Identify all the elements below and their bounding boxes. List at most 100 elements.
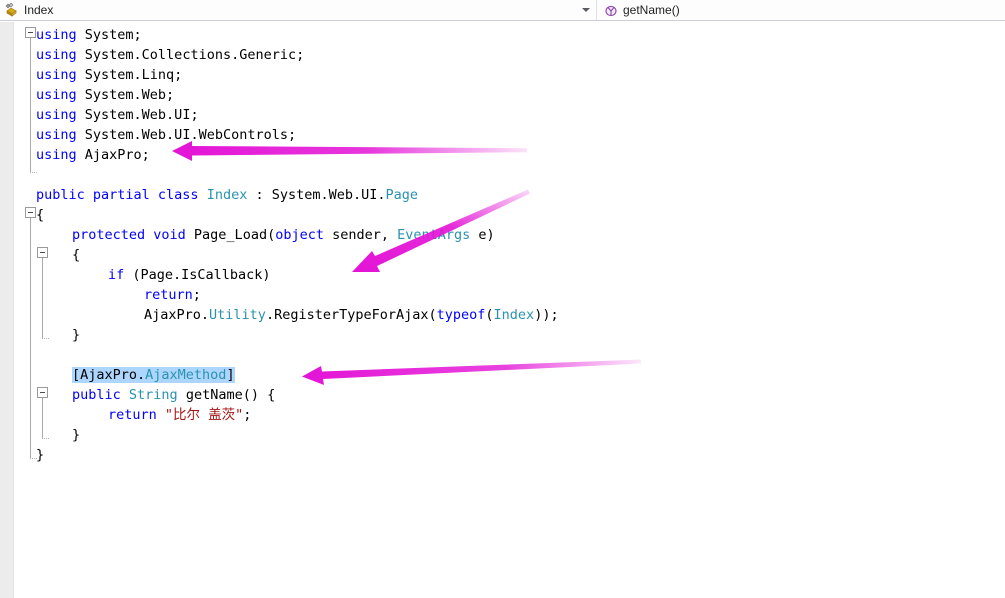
code-token: object [275, 227, 324, 243]
collapse-toggle-usings[interactable] [25, 27, 36, 38]
code-tokens: using System.Web; [36, 87, 174, 103]
outline-guide-class [30, 218, 31, 458]
code-token: ( [485, 307, 494, 323]
code-token: )); [534, 307, 559, 323]
code-tokens: return "比尔 盖茨"; [108, 407, 251, 423]
code-token: } [72, 327, 81, 343]
outline-guide-usings [30, 38, 31, 172]
code-token: Page_Load( [193, 227, 276, 243]
code-token: ] [226, 367, 235, 383]
code-token: System.Web; [84, 87, 175, 103]
code-token: return [144, 287, 193, 303]
code-token: AjaxPro; [84, 147, 150, 163]
code-tokens: using AjaxPro; [36, 147, 150, 163]
code-tokens: protected void Page_Load(object sender, … [72, 227, 495, 243]
code-tokens: using System.Linq; [36, 67, 182, 83]
code-token: : System.Web.UI. [247, 187, 386, 203]
code-token: Utility [209, 307, 266, 323]
code-token: String [128, 387, 178, 403]
code-line: { [36, 205, 44, 225]
code-tokens: using System.Web.UI; [36, 107, 199, 123]
code-tokens: } [72, 427, 80, 443]
code-line: using System; [36, 25, 142, 45]
navigation-bar: Index getName() [0, 0, 1005, 21]
collapse-toggle-class[interactable] [25, 207, 36, 218]
code-tokens: } [72, 327, 80, 343]
code-line: using System.Collections.Generic; [36, 45, 304, 65]
code-token: using [36, 27, 85, 43]
code-token: [AjaxPro. [72, 367, 146, 383]
code-line: } [72, 425, 80, 445]
code-line: return; [144, 285, 201, 305]
code-token: AjaxPro. [144, 307, 210, 323]
code-token: e) [470, 227, 495, 243]
code-token: Page [385, 187, 419, 203]
code-token: Index [493, 307, 535, 323]
code-tokens: using System.Collections.Generic; [36, 47, 304, 63]
code-token: AjaxMethod [145, 367, 227, 383]
code-token: System.Web.UI.WebControls; [84, 127, 297, 143]
class-icon [4, 2, 20, 18]
code-line: using System.Web.UI.WebControls; [36, 125, 296, 145]
code-tokens: { [36, 207, 44, 223]
code-token: Index [206, 187, 248, 203]
code-token: using [36, 147, 85, 163]
code-token: using [36, 47, 85, 63]
code-tokens: AjaxPro.Utility.RegisterTypeForAjax(type… [144, 307, 559, 323]
code-token: return [108, 407, 165, 423]
code-tokens: using System.Web.UI.WebControls; [36, 127, 296, 143]
code-token: EventArgs [397, 227, 471, 243]
code-token: getName() { [177, 387, 276, 403]
code-token: protected void [72, 227, 194, 243]
code-line: public partial class Index : System.Web.… [36, 185, 418, 205]
member-dropdown[interactable]: getName() [597, 0, 1005, 20]
code-editor[interactable]: using System; using System.Collections.Ge… [0, 22, 1005, 598]
method-icon [603, 2, 619, 18]
code-token: using [36, 87, 85, 103]
code-line: [AjaxPro.AjaxMethod] [72, 365, 235, 385]
code-token: public partial class [36, 187, 207, 203]
code-line: using System.Web; [36, 85, 174, 105]
code-line: { [72, 245, 80, 265]
code-token: System.Collections.Generic; [84, 47, 305, 63]
code-text[interactable]: using System; using System.Collections.Ge… [36, 22, 1005, 598]
type-dropdown-label: Index [24, 3, 54, 17]
code-token: System.Web.UI; [84, 107, 199, 123]
code-token: using [36, 107, 85, 123]
code-tokens: public String getName() { [72, 387, 275, 403]
code-token: if [108, 267, 125, 283]
code-line: AjaxPro.Utility.RegisterTypeForAjax(type… [144, 305, 559, 325]
type-dropdown[interactable]: Index [0, 0, 597, 20]
code-line: using System.Linq; [36, 65, 182, 85]
code-line: return "比尔 盖茨"; [108, 405, 251, 425]
code-token: "比尔 盖茨" [164, 407, 244, 423]
chevron-down-icon[interactable] [582, 8, 590, 12]
code-line: if (Page.IsCallback) [108, 265, 271, 285]
code-token: System.Linq; [84, 67, 183, 83]
code-token: { [36, 207, 45, 223]
code-line: protected void Page_Load(object sender, … [72, 225, 495, 245]
code-tokens: } [36, 447, 44, 463]
indicator-margin[interactable] [0, 22, 14, 598]
code-token: using [36, 67, 85, 83]
code-token: System; [84, 27, 142, 43]
code-tokens: using System; [36, 27, 142, 43]
code-token: ; [243, 407, 252, 423]
code-token: typeof [436, 307, 486, 323]
member-dropdown-label: getName() [623, 3, 680, 17]
code-token: (Page.IsCallback) [124, 267, 271, 283]
code-token: } [36, 447, 45, 463]
selected-text: [AjaxPro.AjaxMethod] [72, 367, 235, 383]
code-token: { [72, 247, 81, 263]
code-line: using AjaxPro; [36, 145, 150, 165]
code-token: public [72, 387, 129, 403]
code-tokens: public partial class Index : System.Web.… [36, 187, 418, 203]
code-token: sender, [323, 227, 398, 243]
code-token: } [72, 427, 81, 443]
code-line: public String getName() { [72, 385, 275, 405]
code-tokens: if (Page.IsCallback) [108, 267, 271, 283]
code-token: using [36, 127, 85, 143]
code-token: .RegisterTypeForAjax( [265, 307, 437, 323]
code-tokens: { [72, 247, 80, 263]
code-line: } [72, 325, 80, 345]
